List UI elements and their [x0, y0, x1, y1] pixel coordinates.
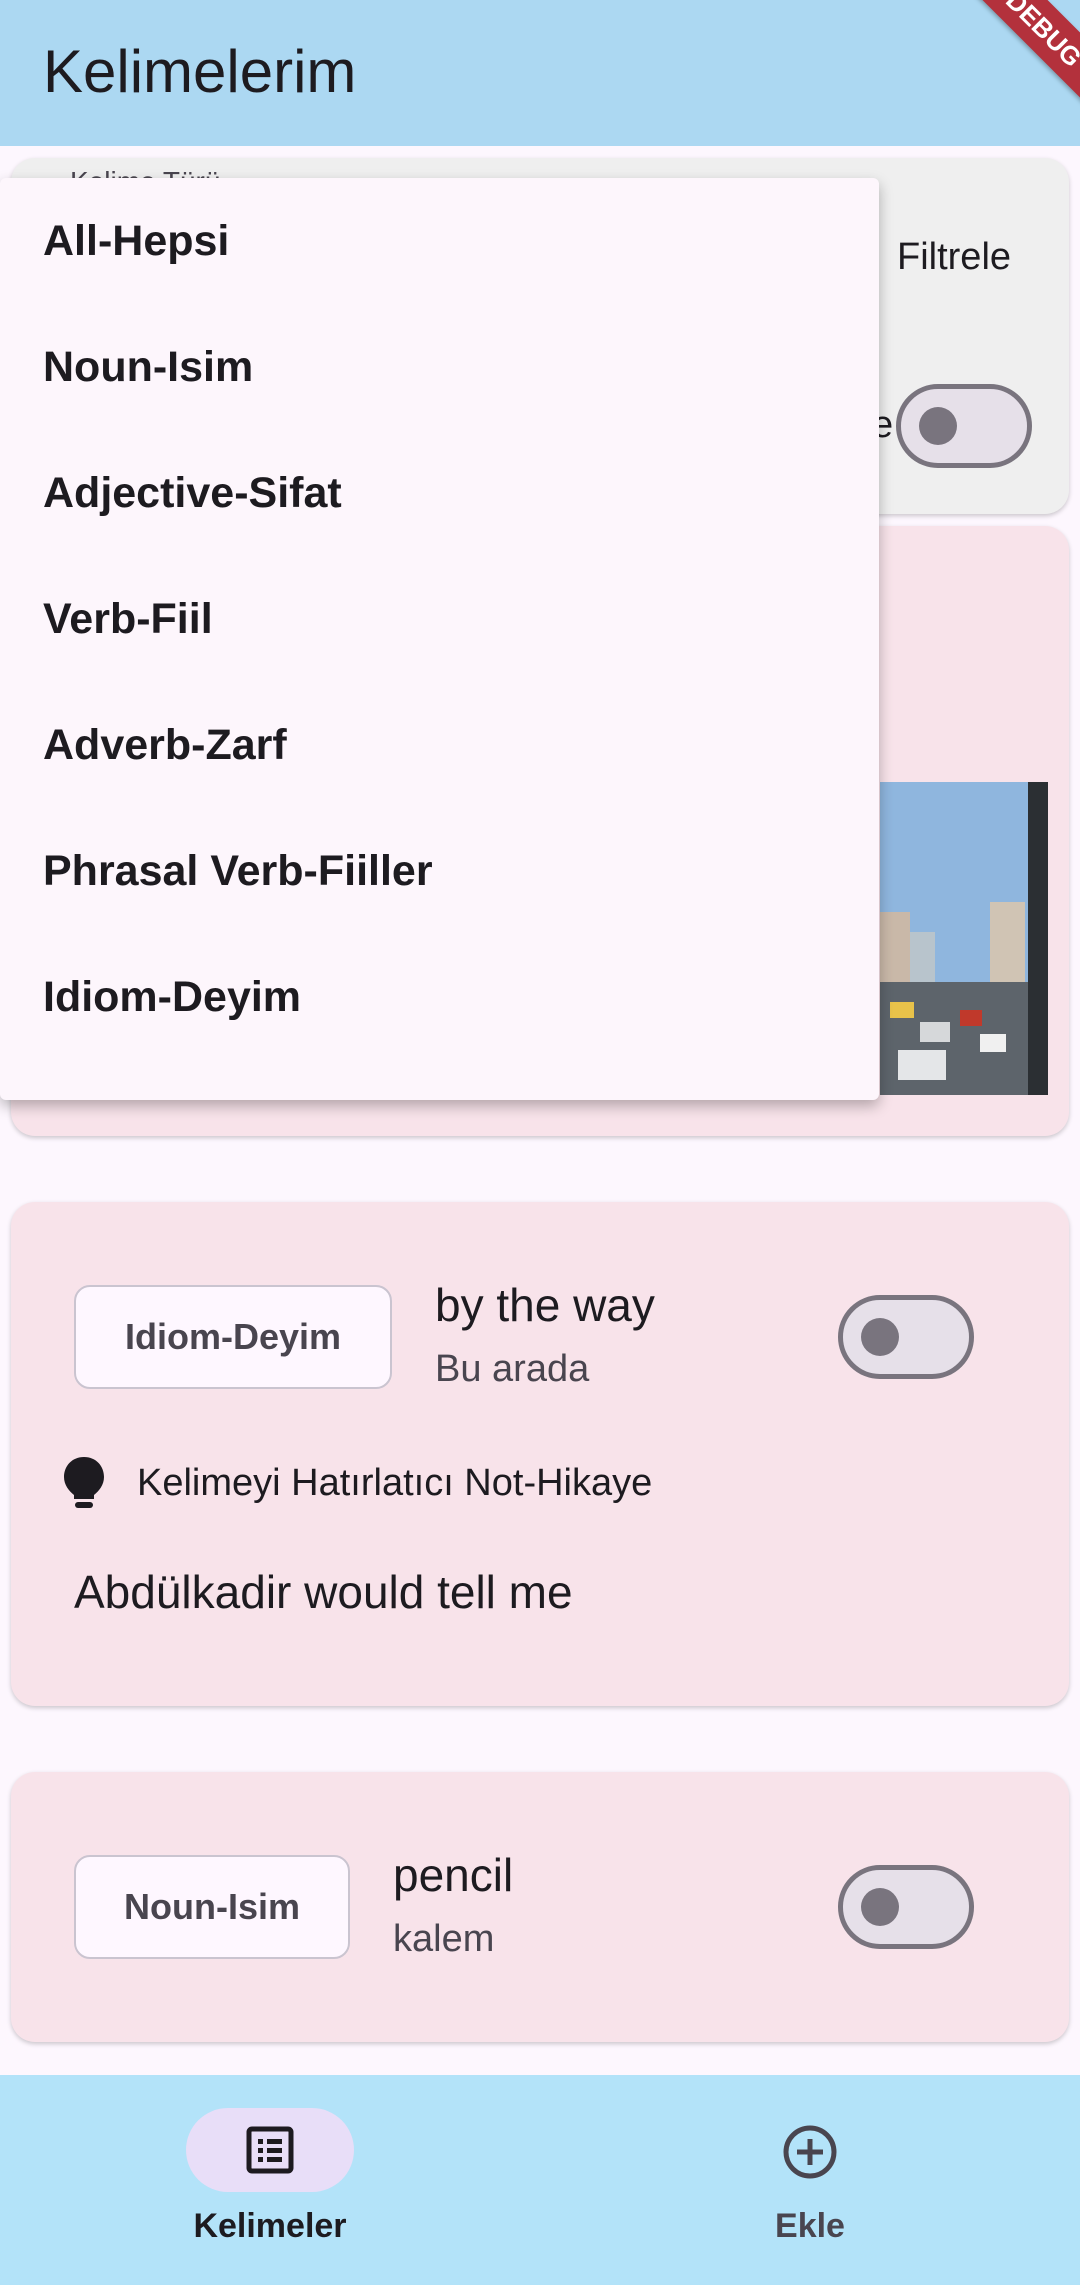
switch-knob — [861, 1318, 899, 1356]
learned-switch[interactable] — [838, 1295, 974, 1379]
menu-item-all[interactable]: All-Hepsi — [43, 178, 843, 304]
app-bar: Kelimelerim — [0, 0, 1080, 146]
word-english: pencil — [393, 1849, 514, 1901]
nav-label-ekle[interactable]: Ekle — [660, 2207, 960, 2246]
menu-item-verb[interactable]: Verb-Fiil — [43, 556, 843, 682]
bottom-navigation-bar — [0, 2075, 1080, 2285]
nav-label-kelimeler[interactable]: Kelimeler — [120, 2207, 420, 2246]
word-turkish: kalem — [393, 1918, 495, 1960]
word-turkish: Bu arada — [435, 1348, 590, 1390]
app-title: Kelimelerim — [43, 38, 357, 105]
switch-knob — [861, 1888, 899, 1926]
menu-item-adjective[interactable]: Adjective-Sifat — [43, 430, 843, 556]
word-type-chip[interactable]: Noun-Isim — [74, 1855, 350, 1959]
add-circle-icon[interactable] — [782, 2124, 838, 2180]
menu-item-adverb[interactable]: Adverb-Zarf — [43, 682, 843, 808]
memory-note-text: Abdülkadir would tell me — [74, 1566, 573, 1618]
list-alt-icon — [246, 2126, 294, 2174]
menu-item-noun[interactable]: Noun-Isim — [43, 304, 843, 430]
menu-item-idiom[interactable]: Idiom-Deyim — [43, 934, 843, 1060]
word-photo — [880, 782, 1048, 1095]
traffic-photo-image — [880, 782, 1048, 1095]
word-english: by the way — [435, 1279, 655, 1331]
word-type-chip[interactable]: Idiom-Deyim — [74, 1285, 392, 1389]
filter-learned-switch[interactable] — [896, 384, 1032, 468]
lightbulb-icon — [64, 1457, 104, 1508]
menu-item-phrasal-verb[interactable]: Phrasal Verb-Fiiller — [43, 808, 843, 934]
switch-knob — [919, 407, 957, 445]
memory-note-label: Kelimeyi Hatırlatıcı Not-Hikaye — [137, 1462, 653, 1504]
word-type-dropdown-menu: All-Hepsi Noun-Isim Adjective-Sifat Verb… — [0, 178, 879, 1100]
learned-switch[interactable] — [838, 1865, 974, 1949]
filter-button[interactable]: Filtrele — [897, 236, 1011, 279]
